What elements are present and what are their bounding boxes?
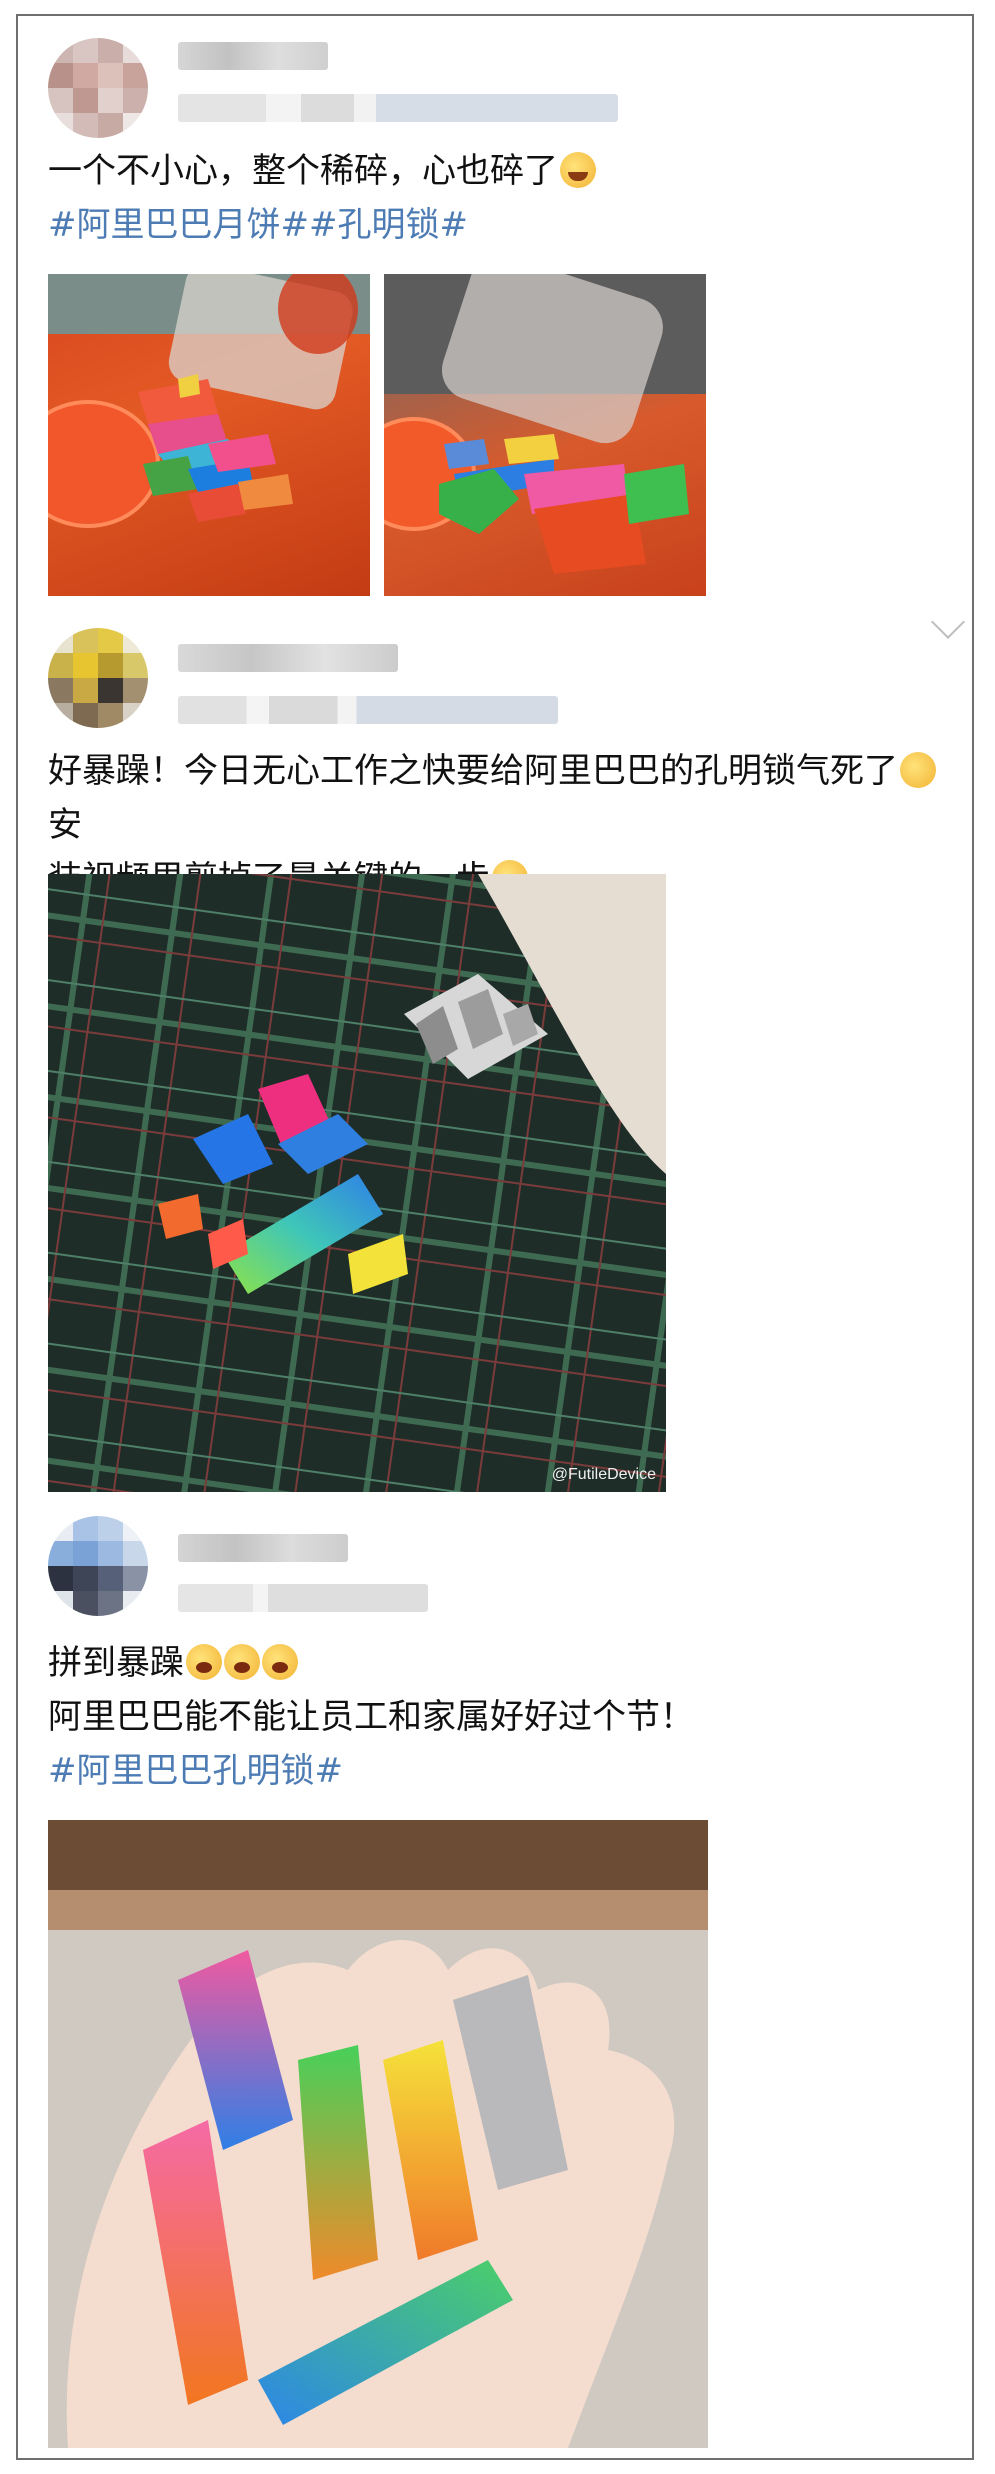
angry-emoji-icon <box>262 1644 298 1680</box>
broken-puzzle-photo-1 <box>48 274 370 528</box>
laugh-cry-emoji-icon <box>560 152 596 188</box>
post-text-line: 好暴躁！今日无心工作之快要给阿里巴巴的孔明锁气死了 <box>48 751 898 791</box>
post-meta-blurred <box>178 1584 428 1612</box>
avatar[interactable] <box>48 38 148 138</box>
post-meta-blurred <box>178 696 558 724</box>
avatar[interactable] <box>48 1516 148 1616</box>
username-blurred[interactable] <box>178 1534 348 1562</box>
username-blurred[interactable] <box>178 42 328 70</box>
angry-emoji-icon <box>186 1644 222 1680</box>
hashtag-link[interactable]: #阿里巴巴月饼##孔明锁# <box>48 198 948 252</box>
puzzle-pieces-in-hand-photo <box>48 1820 708 2448</box>
feed-frame: 一个不小心，整个稀碎，心也碎了 #阿里巴巴月饼##孔明锁# 好暴躁！今日无心工作… <box>16 14 974 2460</box>
post-text: 一个不小心，整个稀碎，心也碎了 <box>48 144 948 198</box>
broken-puzzle-photo-2 <box>384 274 706 574</box>
puzzle-on-plaid-photo <box>48 874 666 1492</box>
username-blurred[interactable] <box>178 644 398 672</box>
post-image-4[interactable] <box>48 1820 708 2448</box>
chevron-down-icon[interactable] <box>931 605 965 639</box>
post-text-line: 安 <box>48 805 82 845</box>
post-text: 拼到暴躁阿里巴巴能不能让员工和家属好好过个节！ <box>48 1636 948 1744</box>
post-text-line: 一个不小心，整个稀碎，心也碎了 <box>48 151 558 191</box>
angry-emoji-icon <box>224 1644 260 1680</box>
post-image-3[interactable]: @FutileDevice <box>48 874 666 1492</box>
grimace-emoji-icon <box>900 752 936 788</box>
post-image-2[interactable] <box>384 274 706 596</box>
watermark-text: @FutileDevice <box>551 1466 656 1483</box>
hashtag-link[interactable]: #阿里巴巴孔明锁# <box>48 1744 948 1798</box>
avatar[interactable] <box>48 628 148 728</box>
post-image-1[interactable] <box>48 274 370 596</box>
post-text-line: 拼到暴躁 <box>48 1643 184 1683</box>
post-text-line: 阿里巴巴能不能让员工和家属好好过个节！ <box>48 1697 694 1737</box>
post-meta-blurred <box>178 94 618 122</box>
